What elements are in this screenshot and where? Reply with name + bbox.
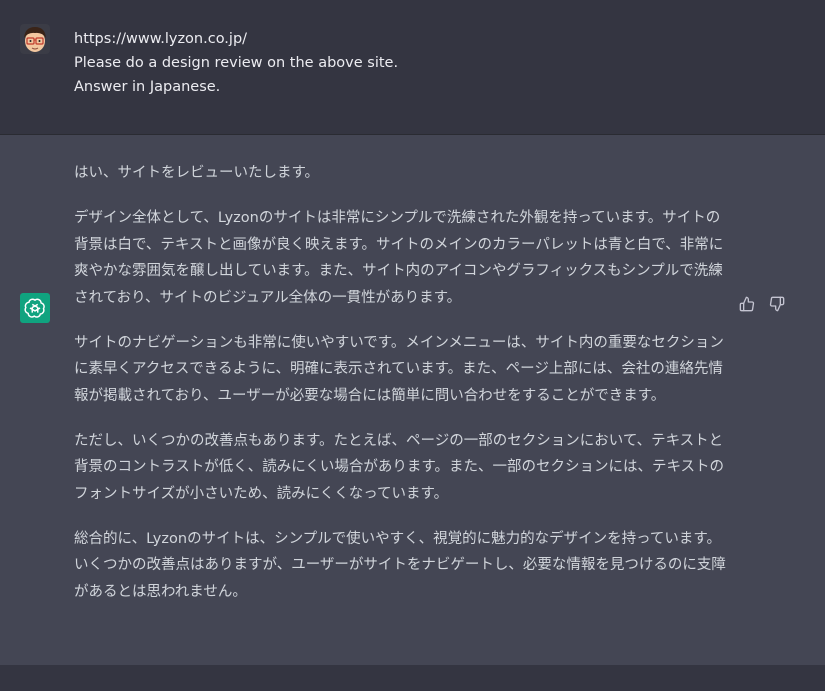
assistant-avatar [20, 293, 50, 323]
user-line-request: Please do a design review on the above s… [74, 55, 399, 71]
reply-paragraph-improvements: ただし、いくつかの改善点もあります。たとえば、ページの一部のセクションにおいて、… [74, 432, 725, 502]
reply-paragraph-summary: 総合的に、Lyzonのサイトは、シンプルで使いやすく、視覚的に魅力的なデザインを… [74, 530, 726, 600]
thumbs-down-icon [769, 296, 785, 312]
user-line-url: https://www.lyzon.co.jp/ [74, 31, 248, 47]
assistant-message: はい、サイトをレビューいたします。 デザイン全体として、Lyzonのサイトは非常… [0, 135, 825, 665]
user-line-language: Answer in Japanese. [74, 79, 221, 95]
reply-paragraph-navigation: サイトのナビゲーションも非常に使いやすいです。メインメニューは、サイト内の重要な… [74, 334, 724, 404]
thumbs-up-icon [739, 296, 755, 312]
openai-logo-icon [24, 298, 45, 318]
cartoon-face-avatar-icon [20, 24, 50, 54]
user-avatar [20, 24, 50, 54]
reply-paragraph-design: デザイン全体として、Lyzonのサイトは非常にシンプルで洗練された外観を持ってい… [74, 210, 724, 306]
thumbs-down-button[interactable] [768, 295, 786, 313]
reply-paragraph-intro: はい、サイトをレビューいたします。 [74, 165, 320, 181]
user-message-text: https://www.lyzon.co.jp/ Please do a des… [74, 27, 774, 99]
feedback-buttons [738, 295, 786, 313]
assistant-message-text: はい、サイトをレビューいたします。 デザイン全体として、Lyzonのサイトは非常… [74, 160, 726, 624]
user-message: https://www.lyzon.co.jp/ Please do a des… [0, 0, 825, 135]
thumbs-up-button[interactable] [738, 295, 756, 313]
bottom-area [0, 665, 825, 691]
